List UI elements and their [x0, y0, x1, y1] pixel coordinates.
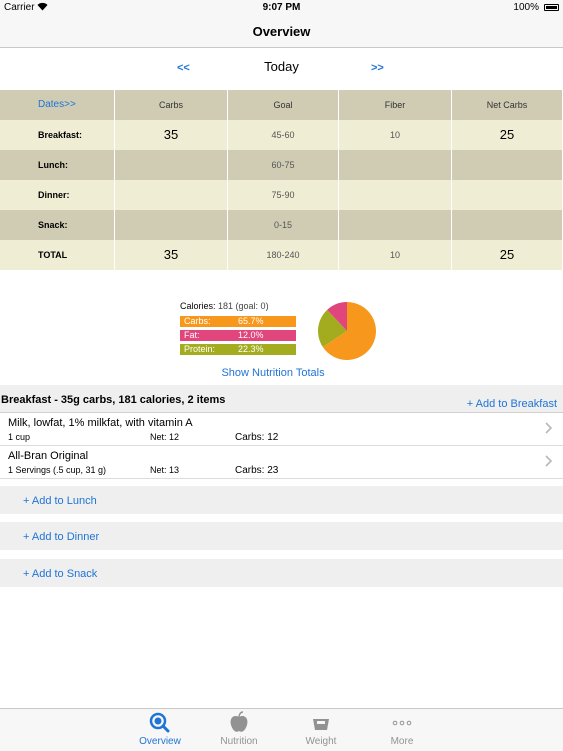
row-label: Dinner:	[0, 180, 115, 210]
current-date-label: Today	[264, 59, 299, 74]
next-day-button[interactable]: >>	[371, 62, 384, 74]
tab-label: Nutrition	[220, 736, 258, 747]
more-dots-icon	[362, 709, 442, 735]
tab-more[interactable]: More	[362, 709, 442, 751]
tab-label: Overview	[139, 736, 181, 747]
tab-label: Weight	[305, 736, 337, 747]
net-carbs-value: 25	[452, 120, 563, 150]
tab-nutrition[interactable]: Nutrition	[199, 709, 279, 751]
nutrition-summary: Calories: 181 (goal: 0) Carbs: 65.7% Fat…	[0, 295, 563, 385]
tab-weight[interactable]: Weight	[281, 709, 361, 751]
add-to-dinner-button[interactable]: + Add to Dinner	[23, 531, 99, 543]
goal-value: 75-90	[228, 180, 339, 210]
net-carbs-value	[452, 180, 563, 210]
goal-value: 45-60	[228, 120, 339, 150]
table-row-breakfast[interactable]: Breakfast: 35 45-60 10 25	[0, 120, 563, 150]
food-name: All-Bran Original	[8, 450, 89, 462]
calories-summary: Calories: 181 (goal: 0)	[180, 301, 269, 311]
chevron-right-icon	[545, 454, 553, 470]
page-title: Overview	[252, 24, 311, 39]
carbs-value	[115, 150, 228, 180]
carbs-value: 35	[115, 240, 228, 270]
carbs-value	[115, 180, 228, 210]
carbs-value: 35	[115, 120, 228, 150]
carbs-bar: Carbs: 65.7%	[180, 316, 296, 327]
battery-icon	[544, 4, 559, 11]
fiber-value	[339, 150, 452, 180]
column-header-carbs: Carbs	[115, 90, 228, 120]
show-nutrition-totals-button[interactable]: Show Nutrition Totals	[0, 367, 546, 379]
magnifier-icon	[120, 709, 200, 735]
food-quantity: 1 cup	[8, 432, 31, 442]
chevron-right-icon	[545, 421, 553, 437]
goal-value: 0-15	[228, 210, 339, 240]
date-navigator: << Today >>	[0, 58, 563, 78]
nav-bar: Overview	[0, 16, 563, 48]
net-carbs-value	[452, 150, 563, 180]
fat-bar-value: 12.0%	[238, 330, 264, 340]
calories-value: 181 (goal: 0)	[218, 301, 269, 311]
scale-icon	[281, 709, 361, 735]
fat-bar-label: Fat:	[184, 330, 200, 340]
goal-value: 180-240	[228, 240, 339, 270]
protein-bar-value: 22.3%	[238, 344, 264, 354]
apple-icon	[199, 709, 279, 735]
row-label: Lunch:	[0, 150, 115, 180]
food-carbs: Carbs: 23	[235, 465, 279, 476]
carbs-bar-value: 65.7%	[238, 316, 264, 326]
table-row-lunch[interactable]: Lunch: 60-75	[0, 150, 563, 180]
food-net-carbs: Net: 13	[150, 465, 180, 475]
breakfast-summary-title: Breakfast - 35g carbs, 181 calories, 2 i…	[1, 394, 226, 406]
fat-bar: Fat: 12.0%	[180, 330, 296, 341]
add-to-dinner-row[interactable]: + Add to Dinner	[0, 522, 563, 550]
food-name: Milk, lowfat, 1% milkfat, with vitamin A	[8, 417, 193, 429]
status-bar: Carrier 9:07 PM 100%	[0, 0, 563, 16]
tab-overview[interactable]: Overview	[120, 709, 200, 751]
carbs-bar-label: Carbs:	[184, 316, 211, 326]
food-net-carbs: Net: 12	[150, 432, 180, 442]
row-label: Breakfast:	[0, 120, 115, 150]
table-row-snack[interactable]: Snack: 0-15	[0, 210, 563, 240]
dates-button[interactable]: Dates>>	[0, 90, 115, 120]
add-to-lunch-button[interactable]: + Add to Lunch	[23, 495, 97, 507]
breakfast-section-header: Breakfast - 35g carbs, 181 calories, 2 i…	[0, 385, 563, 413]
add-to-snack-row[interactable]: + Add to Snack	[0, 559, 563, 587]
add-to-snack-button[interactable]: + Add to Snack	[23, 568, 97, 580]
table-row-dinner[interactable]: Dinner: 75-90	[0, 180, 563, 210]
table-row-total: TOTAL 35 180-240 10 25	[0, 240, 563, 270]
fiber-value	[339, 180, 452, 210]
clock: 9:07 PM	[262, 2, 301, 13]
macro-pie-chart	[318, 302, 376, 360]
fiber-value	[339, 210, 452, 240]
net-carbs-value: 25	[452, 240, 563, 270]
tab-bar: Overview Nutrition Weight More	[0, 708, 563, 751]
fiber-value: 10	[339, 240, 452, 270]
battery-percent: 100%	[513, 2, 539, 13]
table-header-row: Dates>> Carbs Goal Fiber Net Carbs	[0, 90, 563, 120]
food-item[interactable]: Milk, lowfat, 1% milkfat, with vitamin A…	[0, 413, 563, 446]
net-carbs-value	[452, 210, 563, 240]
food-carbs: Carbs: 12	[235, 432, 279, 443]
tab-label: More	[390, 736, 414, 747]
protein-bar: Protein: 22.3%	[180, 344, 296, 355]
goal-value: 60-75	[228, 150, 339, 180]
add-to-lunch-row[interactable]: + Add to Lunch	[0, 486, 563, 514]
fiber-value: 10	[339, 120, 452, 150]
column-header-fiber: Fiber	[339, 90, 452, 120]
food-quantity: 1 Servings (.5 cup, 31 g)	[8, 465, 107, 475]
protein-bar-label: Protein:	[184, 344, 216, 354]
food-item[interactable]: All-Bran Original 1 Servings (.5 cup, 31…	[0, 446, 563, 479]
column-header-net-carbs: Net Carbs	[452, 90, 563, 120]
calories-label: Calories:	[180, 301, 216, 311]
column-header-goal: Goal	[228, 90, 339, 120]
add-to-breakfast-button[interactable]: + Add to Breakfast	[467, 398, 557, 410]
row-label: Snack:	[0, 210, 115, 240]
carbs-value	[115, 210, 228, 240]
row-label: TOTAL	[0, 240, 115, 270]
